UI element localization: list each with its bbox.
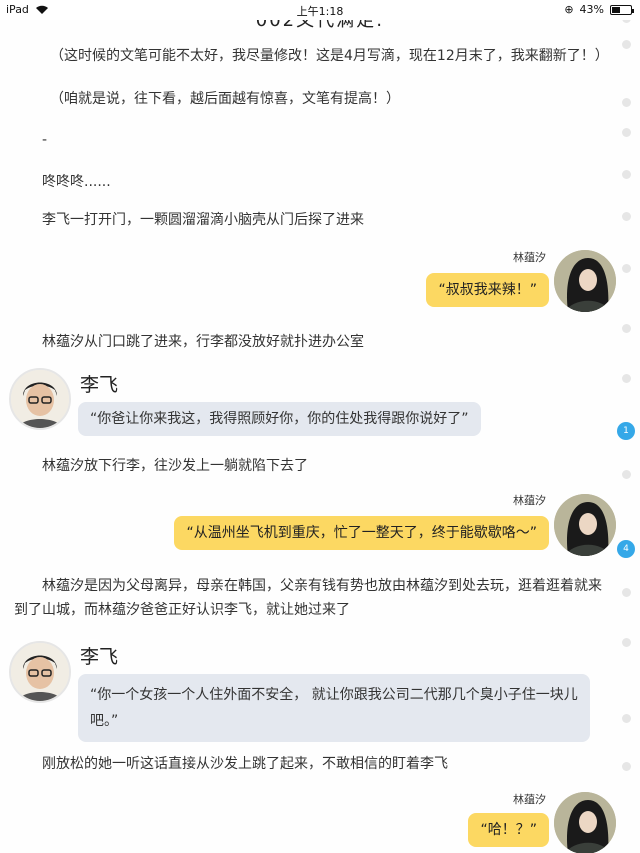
rotation-lock-icon: ⊕ <box>564 3 574 16</box>
man-message-bubble: “你一个女孩一个人住外面不安全， 就让你跟我公司二代那几个臭小子住一块儿吧。” <box>78 674 590 742</box>
paragraph: （这时候的文笔可能不太好，我尽量修改！这是4月写滴，现在12月末了，我来翻新了！… <box>50 48 609 64</box>
indicator-dot[interactable] <box>622 128 631 137</box>
paragraph: 李飞一打开门，一颗圆溜溜滴小脑壳从门后探了进来 <box>42 212 364 228</box>
paragraph: 林蕴汐是因为父母离异，母亲在韩国，父亲有钱有势也放由林蕴汐到处去玩，逛着逛着就来… <box>14 578 602 618</box>
paragraph: 林蕴汐放下行李，往沙发上一躺就陷下去了 <box>42 458 308 474</box>
girl-name-label: 林蕴汐 <box>513 793 546 806</box>
girl-name-label: 林蕴汐 <box>513 251 546 264</box>
girl-message-bubble: “叔叔我来辣！” <box>426 273 549 307</box>
indicator-dot[interactable] <box>622 264 631 273</box>
indicator-dot[interactable] <box>622 324 631 333</box>
girl-portrait-icon <box>554 792 616 853</box>
battery-icon <box>610 4 634 15</box>
indicator-dot[interactable] <box>622 212 631 221</box>
indicator-dot[interactable] <box>622 170 631 179</box>
comment-count-badge[interactable]: 1 <box>617 422 635 440</box>
man-message-bubble: “你爸让你来我这，我得照顾好你，你的住处我得跟你说好了” <box>78 402 481 436</box>
girl-message-bubble: “从温州坐飞机到重庆，忙了一整天了，终于能歇歇咯～” <box>174 516 549 550</box>
girl-portrait-icon <box>554 494 616 556</box>
girl-avatar <box>554 792 616 853</box>
status-time: 上午1:18 <box>296 5 344 18</box>
man-name-label: 李飞 <box>80 374 119 396</box>
indicator-dot[interactable] <box>622 714 631 723</box>
girl-avatar <box>554 250 616 312</box>
girl-name-label: 林蕴汐 <box>513 494 546 507</box>
indicator-dot[interactable] <box>622 98 631 107</box>
indicator-dot[interactable] <box>622 638 631 647</box>
comment-indicator-rail: 1 4 <box>617 0 635 853</box>
paragraph: 林蕴汐从门口跳了进来，行李都没放好就扑进办公室 <box>42 334 364 350</box>
man-name-label: 李飞 <box>80 646 119 668</box>
man-avatar <box>9 368 71 430</box>
indicator-dot[interactable] <box>622 762 631 771</box>
man-avatar <box>9 641 71 703</box>
paragraph: 刚放松的她一听这话直接从沙发上跳了起来，不敢相信的盯着李飞 <box>42 756 448 772</box>
paragraph: （咱就是说，往下看，越后面越有惊喜，文笔有提高！） <box>50 91 400 107</box>
paragraph: - <box>42 132 48 148</box>
girl-message-bubble: “哈！？” <box>468 813 549 847</box>
indicator-dot[interactable] <box>622 40 631 49</box>
status-bar: iPad 上午1:18 ⊕ 43% <box>0 0 640 20</box>
girl-avatar <box>554 494 616 556</box>
indicator-dot[interactable] <box>622 374 631 383</box>
indicator-dot[interactable] <box>622 588 631 597</box>
battery-percent: 43% <box>579 3 604 16</box>
girl-portrait-icon <box>554 250 616 312</box>
comment-count-badge[interactable]: 4 <box>617 540 635 558</box>
paragraph: 咚咚咚...... <box>42 174 111 190</box>
man-portrait-icon <box>11 643 69 701</box>
man-portrait-icon <box>11 370 69 428</box>
indicator-dot[interactable] <box>622 470 631 479</box>
